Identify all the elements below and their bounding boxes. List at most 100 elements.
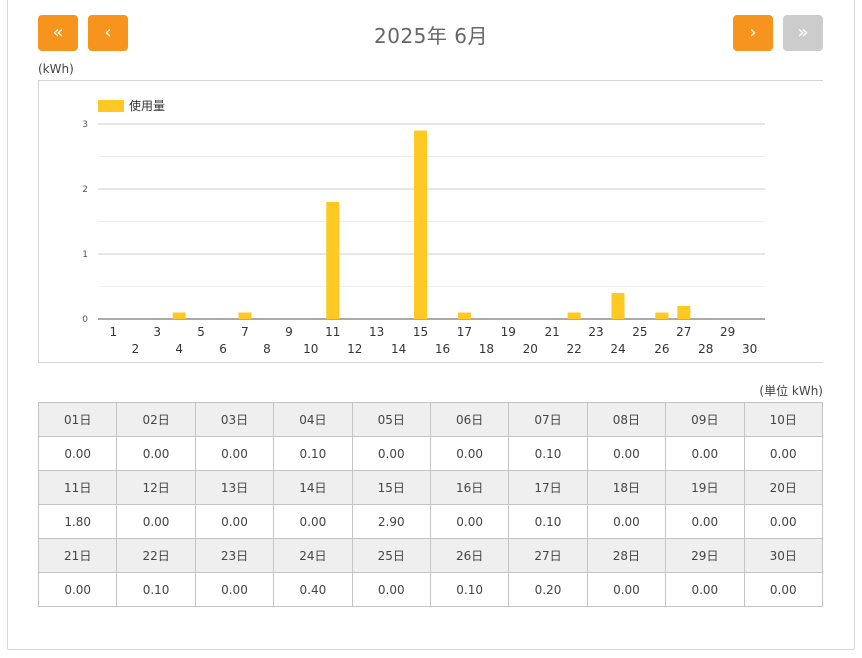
day-header-cell: 05日 [351, 402, 431, 437]
day-header-cell: 13日 [194, 470, 275, 505]
day-header-cell: 21日 [37, 538, 118, 573]
table-day-header-row: 01日 02日 03日 04日 05日 06日 07日 08日 09日 10日 [37, 402, 824, 437]
x-tick-label: 11 [325, 325, 340, 339]
day-header-cell: 23日 [194, 538, 275, 573]
day-header-cell: 01日 [37, 402, 118, 437]
day-value-cell: 0.20 [508, 572, 588, 607]
day-value-cell: 0.00 [194, 572, 275, 607]
day-value-cell: 0.00 [194, 436, 275, 471]
day-header-cell: 15日 [351, 470, 431, 505]
daily-usage-table: 01日 02日 03日 04日 05日 06日 07日 08日 09日 10日 0.00 0.00 0.… [37, 402, 824, 607]
x-tick-label: 28 [698, 342, 713, 356]
day-value-cell: 0.00 [37, 436, 118, 471]
x-tick-label: 29 [720, 325, 735, 339]
bar-day-11 [326, 202, 340, 319]
x-tick-label: 19 [501, 325, 516, 339]
day-value-cell: 0.10 [508, 436, 588, 471]
day-value-cell: 0.40 [273, 572, 353, 607]
table-day-header-row: 21日 22日 23日 24日 25日 26日 27日 28日 29日 30日 [37, 538, 824, 573]
x-tick-label: 12 [347, 342, 362, 356]
day-value-cell: 0.00 [429, 504, 510, 539]
day-header-cell: 11日 [37, 470, 118, 505]
day-header-cell: 10日 [743, 402, 824, 437]
x-tick-label: 22 [566, 342, 581, 356]
y-tick-label: 0 [82, 315, 88, 325]
x-tick-label: 21 [545, 325, 560, 339]
bar-day-24 [611, 293, 625, 319]
x-tick-label: 20 [523, 342, 538, 356]
bar-day-26 [655, 312, 669, 319]
x-tick-label: 25 [632, 325, 647, 339]
legend-label: 使用量 [129, 98, 165, 113]
x-tick-label: 14 [391, 342, 406, 356]
day-header-cell: 12日 [116, 470, 196, 505]
bar-day-22 [567, 312, 581, 319]
day-value-cell: 2.90 [351, 504, 431, 539]
day-value-cell: 0.00 [586, 504, 667, 539]
usage-bar-chart: 0123123456789101112131415161718192021222… [82, 98, 765, 356]
day-value-cell: 0.10 [116, 572, 196, 607]
chart-unit-label: (kWh) [38, 62, 74, 76]
day-header-cell: 16日 [429, 470, 510, 505]
table-value-row: 1.80 0.00 0.00 0.00 2.90 0.00 0.10 0.00 0.00 0.00 [37, 504, 824, 539]
day-value-cell: 0.00 [351, 572, 431, 607]
day-value-cell: 0.00 [37, 572, 118, 607]
x-tick-label: 16 [435, 342, 450, 356]
x-tick-label: 8 [263, 342, 271, 356]
day-header-cell: 14日 [273, 470, 353, 505]
day-value-cell: 0.00 [116, 504, 196, 539]
day-value-cell: 0.00 [665, 436, 745, 471]
day-value-cell: 0.00 [429, 436, 510, 471]
day-header-cell: 20日 [743, 470, 824, 505]
day-value-cell: 0.00 [743, 572, 824, 607]
x-tick-label: 1 [110, 325, 118, 339]
day-header-cell: 02日 [116, 402, 196, 437]
day-value-cell: 0.00 [273, 504, 353, 539]
day-header-cell: 04日 [273, 402, 353, 437]
y-tick-label: 2 [82, 185, 88, 195]
day-value-cell: 0.00 [194, 504, 275, 539]
day-value-cell: 0.00 [743, 436, 824, 471]
x-tick-label: 5 [197, 325, 205, 339]
day-header-cell: 30日 [743, 538, 824, 573]
x-tick-label: 15 [413, 325, 428, 339]
day-value-cell: 0.10 [273, 436, 353, 471]
x-tick-label: 4 [175, 342, 183, 356]
x-tick-label: 2 [131, 342, 139, 356]
legend-swatch [98, 100, 124, 112]
day-value-cell: 0.10 [508, 504, 588, 539]
day-value-cell: 0.00 [586, 436, 667, 471]
day-header-cell: 08日 [586, 402, 667, 437]
x-tick-label: 24 [610, 342, 625, 356]
table-value-row: 0.00 0.00 0.00 0.10 0.00 0.00 0.10 0.00 0.00 0.00 [37, 436, 824, 471]
y-tick-label: 1 [82, 250, 88, 260]
day-header-cell: 25日 [351, 538, 431, 573]
bar-day-27 [677, 306, 691, 319]
x-tick-label: 9 [285, 325, 293, 339]
last-month-button: » [783, 15, 823, 51]
day-header-cell: 19日 [665, 470, 745, 505]
day-header-cell: 29日 [665, 538, 745, 573]
x-tick-label: 18 [479, 342, 494, 356]
day-value-cell: 0.00 [665, 572, 745, 607]
day-value-cell: 1.80 [37, 504, 118, 539]
x-tick-label: 23 [588, 325, 603, 339]
x-tick-label: 6 [219, 342, 227, 356]
x-tick-label: 27 [676, 325, 691, 339]
day-header-cell: 24日 [273, 538, 353, 573]
table-unit-label: (単位 kWh) [759, 384, 823, 398]
bar-day-7 [238, 312, 252, 319]
bar-day-4 [172, 312, 186, 319]
x-tick-label: 7 [241, 325, 249, 339]
usage-chart: 0 1 2 3 1 2 3 4 5 6 7 8 9 10 11 12 13 14 15 16 17 18 19 20 21 22 2… [38, 80, 823, 363]
next-month-button[interactable]: › [733, 15, 773, 51]
table-day-header-row: 11日 12日 13日 14日 15日 16日 17日 18日 19日 20日 [37, 470, 824, 505]
day-value-cell: 0.00 [586, 572, 667, 607]
day-header-cell: 22日 [116, 538, 196, 573]
x-tick-label: 13 [369, 325, 384, 339]
day-header-cell: 03日 [194, 402, 275, 437]
day-header-cell: 09日 [665, 402, 745, 437]
day-value-cell: 0.10 [429, 572, 510, 607]
bar-day-17 [457, 312, 471, 319]
x-tick-label: 17 [457, 325, 472, 339]
